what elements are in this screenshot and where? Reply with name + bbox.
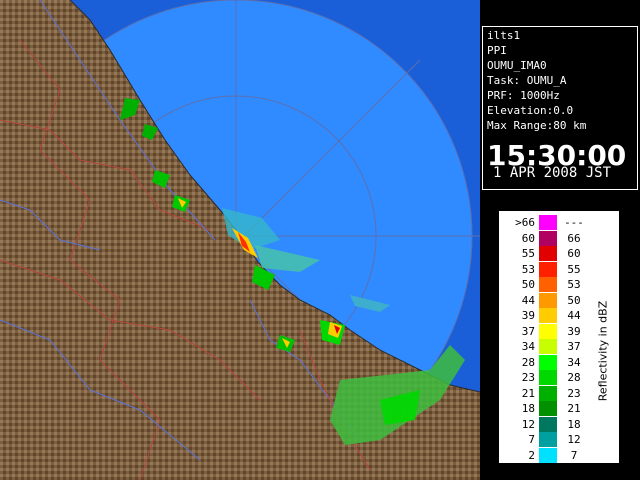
legend-color-swatch bbox=[539, 215, 557, 230]
legend-color-swatch bbox=[539, 323, 557, 339]
legend-upper-bound: 21 bbox=[567, 402, 581, 415]
legend-color-swatch bbox=[539, 339, 557, 354]
legend-row: 28 34 bbox=[499, 354, 589, 371]
legend-row: 39 44 bbox=[499, 308, 589, 324]
legend-unit-label: Reflectivity in dBZ bbox=[591, 251, 615, 451]
legend-upper-bound: 50 bbox=[567, 293, 581, 307]
legend-color-swatch bbox=[539, 385, 557, 401]
legend-upper-bound: 28 bbox=[567, 371, 581, 384]
legend-lower-bound: 60 bbox=[521, 231, 535, 245]
legend-color-swatch bbox=[539, 246, 557, 261]
legend-lower-bound: 18 bbox=[521, 402, 535, 415]
legend-lower-bound: 7 bbox=[528, 433, 535, 446]
legend-row: 50 53 bbox=[499, 277, 589, 293]
legend-upper-bound: 18 bbox=[567, 417, 581, 431]
legend-color-swatch bbox=[539, 401, 557, 416]
legend-upper-bound: 34 bbox=[567, 355, 581, 369]
radar-name-label: OUMU_IMA0 bbox=[487, 59, 547, 72]
legend-row: 60 66 bbox=[499, 230, 589, 247]
station-label: ilts1 bbox=[487, 29, 521, 42]
legend-upper-bound: 44 bbox=[567, 309, 581, 322]
legend-row: 12 18 bbox=[499, 416, 589, 433]
legend-color-swatch bbox=[539, 432, 557, 447]
legend-row: >66 --- bbox=[499, 215, 589, 231]
legend-lower-bound: 34 bbox=[521, 340, 535, 353]
date-display: 1 APR 2008 JST bbox=[493, 165, 612, 181]
legend-lower-bound: 39 bbox=[521, 309, 535, 322]
legend-color-swatch bbox=[539, 230, 557, 246]
legend-color-swatch bbox=[539, 354, 557, 370]
legend-upper-bound: 53 bbox=[567, 278, 581, 291]
legend-color-swatch bbox=[539, 447, 557, 463]
legend-upper-bound: 60 bbox=[567, 247, 581, 260]
legend-row: 7 12 bbox=[499, 432, 589, 448]
legend-row: 23 28 bbox=[499, 370, 589, 386]
legend-row: 27 bbox=[499, 447, 589, 464]
prf-label: PRF: 1000Hz bbox=[487, 89, 560, 102]
legend-color-swatch bbox=[539, 292, 557, 308]
legend-lower-bound: 55 bbox=[521, 247, 535, 260]
legend-lower-bound: 23 bbox=[521, 371, 535, 384]
legend-lower-bound: 12 bbox=[521, 417, 535, 431]
legend-upper-bound: 7 bbox=[570, 448, 578, 462]
legend-color-swatch bbox=[539, 277, 557, 292]
legend-color-swatch bbox=[539, 308, 557, 323]
legend-upper-bound: 37 bbox=[567, 340, 581, 353]
legend-lower-bound: 2 bbox=[528, 448, 535, 462]
max-range-label: Max Range:80 km bbox=[487, 119, 587, 132]
legend-row: 53 55 bbox=[499, 261, 589, 278]
legend-color-swatch bbox=[539, 370, 557, 385]
legend-lower-bound: >66 bbox=[515, 216, 535, 229]
legend-row: 18 21 bbox=[499, 401, 589, 417]
reflectivity-legend: >66 --- 60 66 55 60 53 55 50 53 44 50 39 44 37 39 34 37 28… bbox=[498, 210, 620, 464]
legend-upper-bound: 39 bbox=[567, 324, 581, 338]
legend-lower-bound: 44 bbox=[521, 293, 535, 307]
scan-mode-label: PPI bbox=[487, 44, 507, 57]
elevation-label: Elevation:0.0 bbox=[487, 104, 574, 117]
legend-upper-bound: 23 bbox=[567, 386, 581, 400]
info-panel: ilts1 PPI OUMU_IMA0 Task: OUMU_A PRF: 10… bbox=[480, 0, 640, 480]
legend-lower-bound: 53 bbox=[521, 262, 535, 276]
legend-row: 55 60 bbox=[499, 246, 589, 262]
legend-row: 21 23 bbox=[499, 385, 589, 402]
legend-upper-bound: 66 bbox=[567, 231, 581, 245]
legend-lower-bound: 21 bbox=[521, 386, 535, 400]
legend-upper-bound: 12 bbox=[567, 433, 581, 446]
legend-lower-bound: 37 bbox=[521, 324, 535, 338]
radar-info-box: ilts1 PPI OUMU_IMA0 Task: OUMU_A PRF: 10… bbox=[482, 26, 638, 190]
legend-row: 44 50 bbox=[499, 292, 589, 309]
legend-color-swatch bbox=[539, 416, 557, 432]
legend-color-swatch bbox=[539, 261, 557, 277]
legend-unit-text: Reflectivity in dBZ bbox=[596, 300, 610, 402]
radar-ppi-map bbox=[0, 0, 480, 480]
legend-lower-bound: 28 bbox=[521, 355, 535, 369]
legend-row: 34 37 bbox=[499, 339, 589, 355]
legend-row: 37 39 bbox=[499, 323, 589, 340]
legend-lower-bound: 50 bbox=[521, 278, 535, 291]
task-label: Task: OUMU_A bbox=[487, 74, 567, 87]
legend-upper-bound: 55 bbox=[567, 262, 581, 276]
legend-upper-bound: --- bbox=[564, 216, 584, 229]
